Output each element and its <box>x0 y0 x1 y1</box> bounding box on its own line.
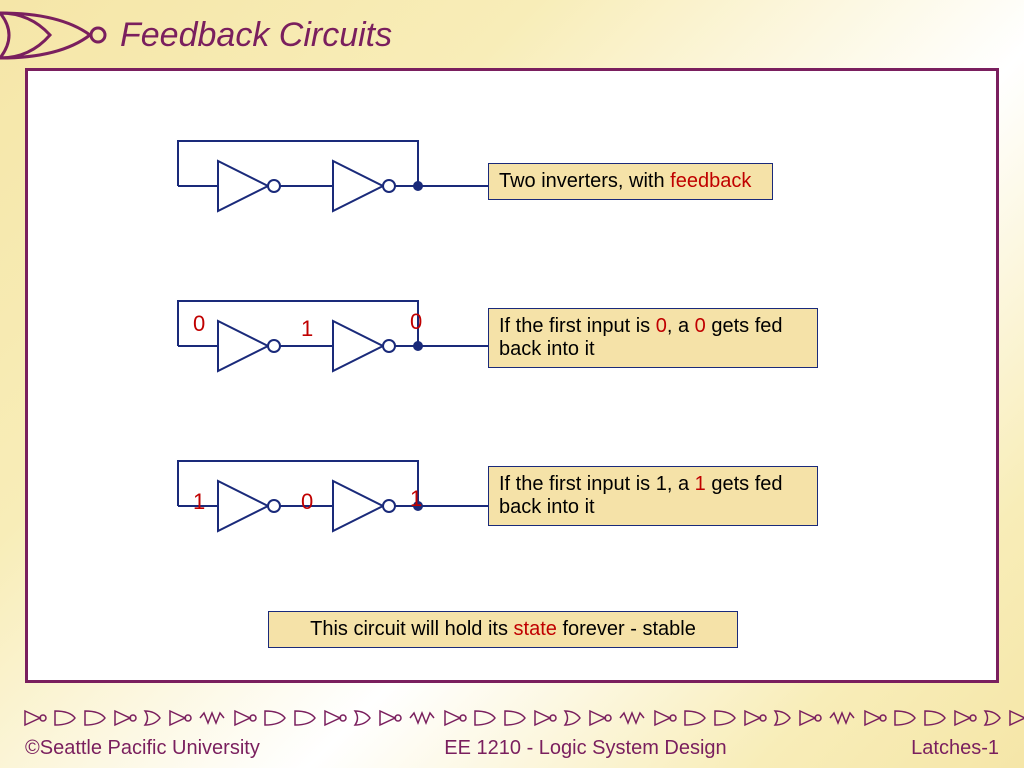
annotation-3: If the first input is 1, a 1 gets fed ba… <box>488 466 818 526</box>
diag2-out-label: 0 <box>410 309 422 335</box>
footer-decoration <box>0 703 1024 733</box>
footer: ©Seattle Pacific University EE 1210 - Lo… <box>0 737 1024 760</box>
annotation-4: This circuit will hold its state forever… <box>268 611 738 648</box>
diag2-input-label: 0 <box>193 311 205 337</box>
circuit-diagram-1 <box>158 131 488 231</box>
slide-header: Feedback Circuits <box>0 0 1024 63</box>
circuit-diagram-3 <box>158 451 488 551</box>
footer-page: Latches-1 <box>911 737 999 760</box>
diag3-mid-label: 0 <box>301 489 313 515</box>
annotation-1: Two inverters, with feedback <box>488 163 773 200</box>
footer-copyright: ©Seattle Pacific University <box>25 737 260 760</box>
diag2-mid-label: 1 <box>301 316 313 342</box>
circuit-diagram-2 <box>158 291 488 391</box>
diag3-input-label: 1 <box>193 489 205 515</box>
logic-gate-icon <box>0 8 115 63</box>
slide-title: Feedback Circuits <box>120 16 392 55</box>
diag3-out-label: 1 <box>410 486 422 512</box>
footer-course: EE 1210 - Logic System Design <box>260 737 911 760</box>
content-frame: Two inverters, with feedback 0 1 0 If th… <box>25 68 999 683</box>
annotation-2: If the first input is 0, a 0 gets fed ba… <box>488 308 818 368</box>
